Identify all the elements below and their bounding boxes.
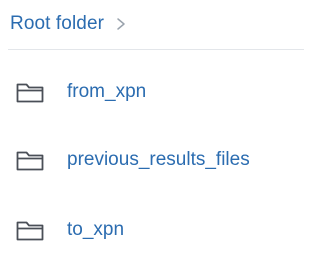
folder-name[interactable]: previous_results_files (67, 149, 250, 171)
folder-icon (15, 79, 47, 105)
folder-row-previous-results-files[interactable]: previous_results_files (0, 140, 314, 180)
folder-row-to-xpn[interactable]: to_xpn (0, 210, 314, 250)
breadcrumb-divider (8, 49, 304, 50)
folder-icon (15, 217, 47, 243)
folder-icon (15, 147, 47, 173)
folder-row-from-xpn[interactable]: from_xpn (0, 72, 314, 112)
breadcrumb: Root folder (10, 9, 128, 39)
chevron-right-icon (114, 14, 128, 34)
breadcrumb-root-link[interactable]: Root folder (10, 13, 104, 35)
folder-name[interactable]: to_xpn (67, 219, 124, 241)
folder-name[interactable]: from_xpn (67, 81, 146, 103)
